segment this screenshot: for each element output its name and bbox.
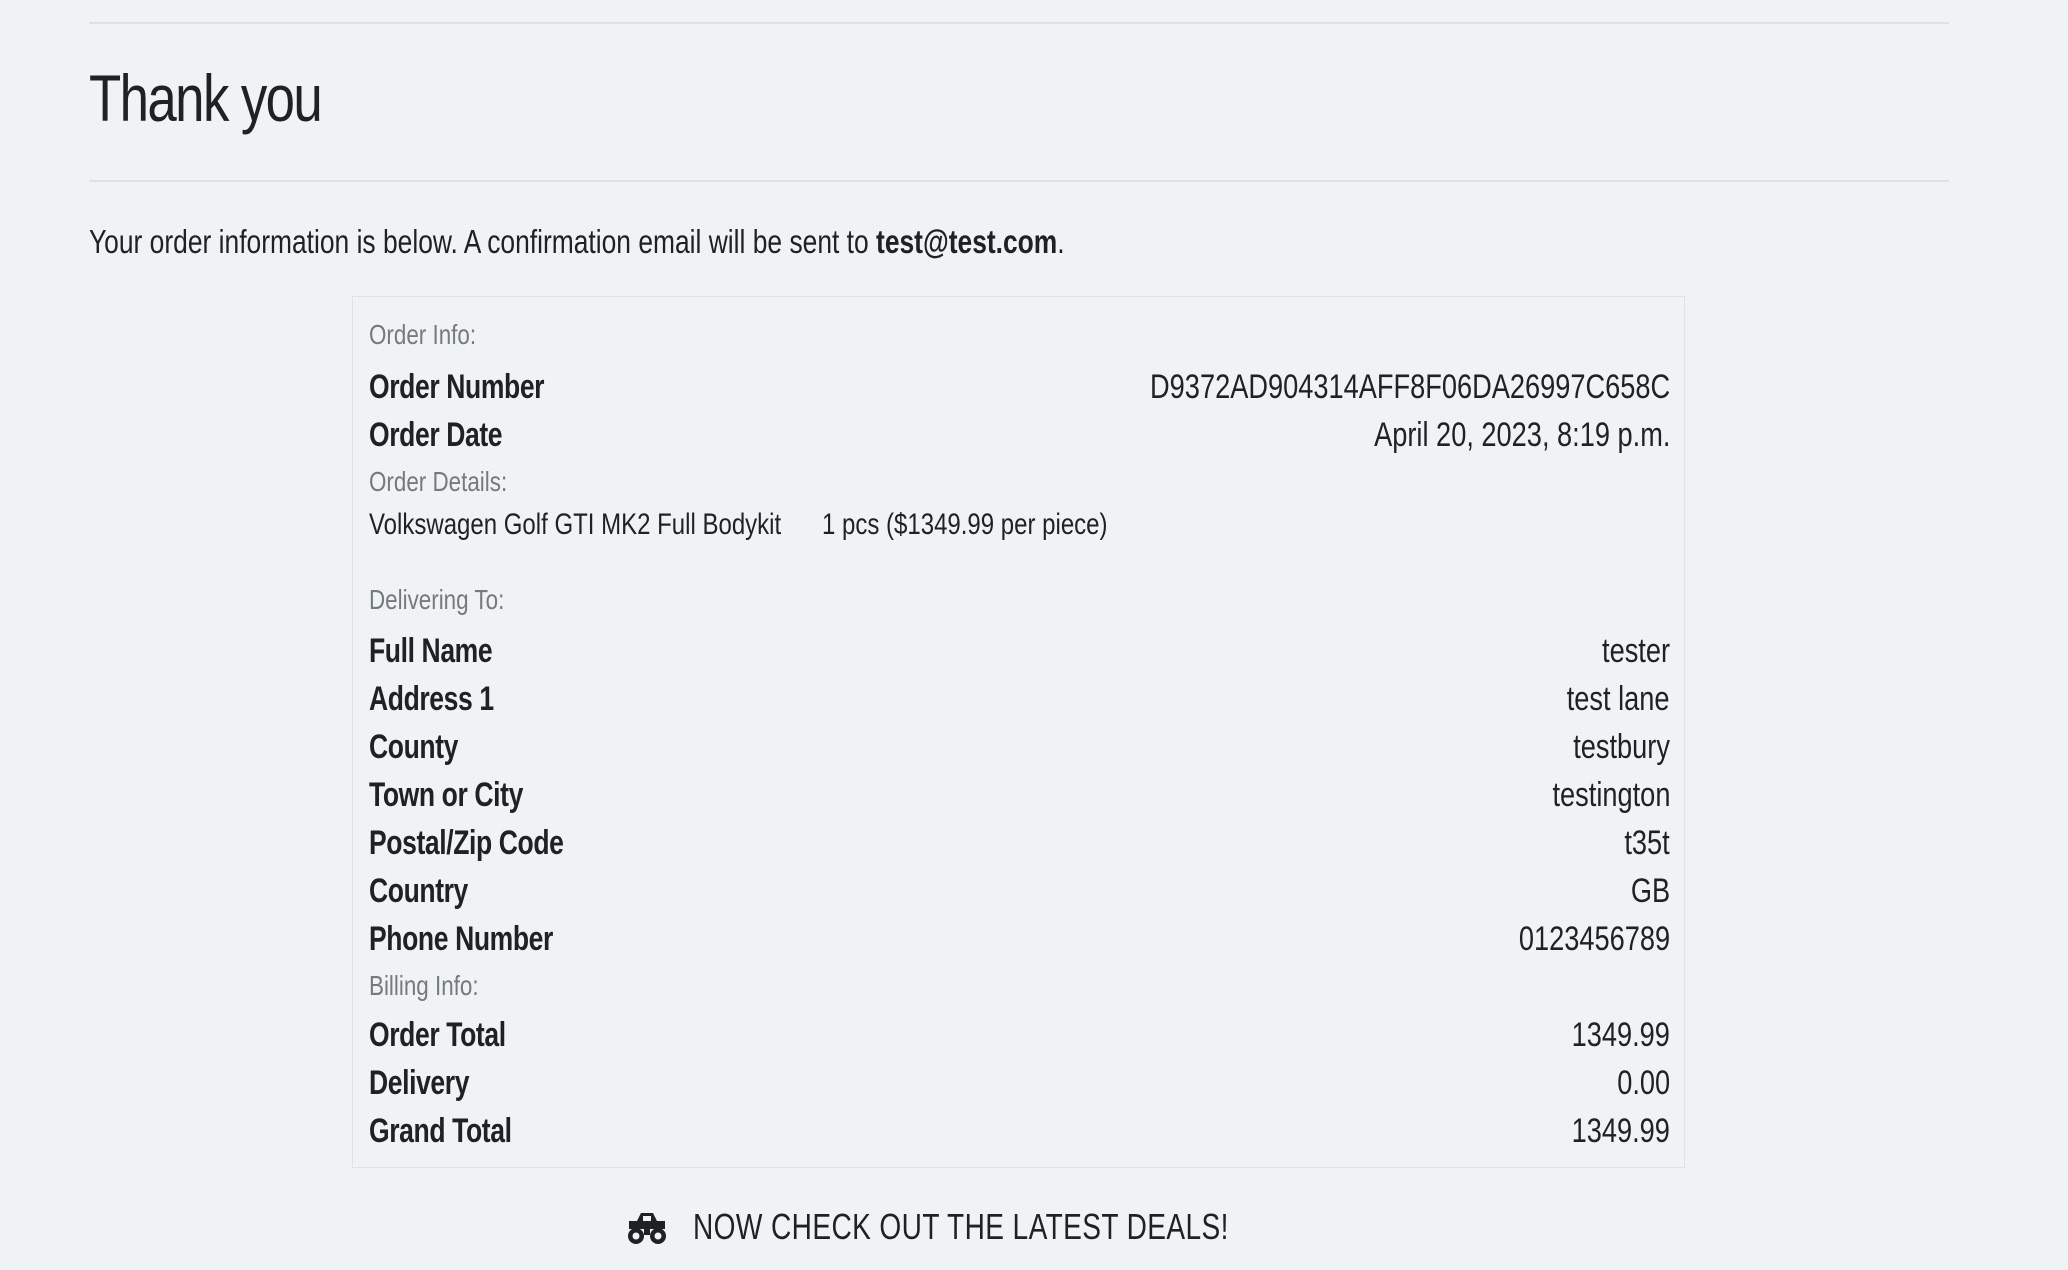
full-name-value: tester xyxy=(1601,632,1670,670)
address-1-row: Address 1 test lane xyxy=(369,677,1670,721)
county-value: testbury xyxy=(1573,728,1670,766)
billing-info-heading: Billing Info: xyxy=(369,970,479,1001)
confirmation-text-end: . xyxy=(1057,223,1065,260)
title-divider xyxy=(89,180,1949,182)
order-number-value: D9372AD904314AFF8F06DA26997C658C xyxy=(1149,368,1670,406)
phone-number-value: 0123456789 xyxy=(1518,920,1670,958)
postcode-row: Postal/Zip Code t35t xyxy=(369,821,1670,865)
order-item-row: Volkswagen Golf GTI MK2 Full Bodykit 1 p… xyxy=(369,505,1670,545)
order-info-heading: Order Info: xyxy=(369,319,477,350)
latest-deals-label: NOW CHECK OUT THE LATEST DEALS! xyxy=(693,1206,1229,1247)
phone-number-row: Phone Number 0123456789 xyxy=(369,917,1670,961)
confirmation-message: Your order information is below. A confi… xyxy=(89,222,1065,262)
top-divider xyxy=(89,22,1949,24)
address-1-value: test lane xyxy=(1567,680,1670,718)
order-item-quantity: 1 pcs ($1349.99 per piece) xyxy=(822,508,1108,541)
grand-total-value: 1349.99 xyxy=(1571,1112,1670,1150)
order-date-row: Order Date April 20, 2023, 8:19 p.m. xyxy=(369,413,1670,457)
page-title: Thank you xyxy=(89,61,323,135)
delivery-label: Delivery xyxy=(369,1064,470,1102)
delivery-row: Delivery 0.00 xyxy=(369,1061,1670,1105)
county-row: County testbury xyxy=(369,725,1670,769)
order-total-row: Order Total 1349.99 xyxy=(369,1013,1670,1057)
order-number-row: Order Number D9372AD904314AFF8F06DA26997… xyxy=(369,365,1670,409)
postcode-value: t35t xyxy=(1624,824,1670,862)
town-row: Town or City testington xyxy=(369,773,1670,817)
order-item-name: Volkswagen Golf GTI MK2 Full Bodykit xyxy=(369,508,782,541)
country-value: GB xyxy=(1630,872,1670,910)
confirmation-email: test@test.com xyxy=(876,223,1058,260)
full-name-row: Full Name tester xyxy=(369,629,1670,673)
order-total-value: 1349.99 xyxy=(1571,1016,1670,1054)
county-label: County xyxy=(369,728,458,766)
grand-total-row: Grand Total 1349.99 xyxy=(369,1109,1670,1153)
postcode-label: Postal/Zip Code xyxy=(369,824,564,862)
grand-total-label: Grand Total xyxy=(369,1112,512,1150)
monster-truck-icon xyxy=(625,1207,669,1247)
town-label: Town or City xyxy=(369,776,523,814)
address-1-label: Address 1 xyxy=(369,680,494,718)
order-details-heading: Order Details: xyxy=(369,466,508,497)
order-number-label: Order Number xyxy=(369,368,545,406)
phone-number-label: Phone Number xyxy=(369,920,553,958)
town-value: testington xyxy=(1552,776,1670,814)
order-summary-card: Order Info: Order Number D9372AD904314AF… xyxy=(352,296,1685,1168)
delivery-value: 0.00 xyxy=(1617,1064,1670,1102)
order-total-label: Order Total xyxy=(369,1016,506,1054)
full-name-label: Full Name xyxy=(369,632,493,670)
confirmation-text: Your order information is below. A confi… xyxy=(89,223,877,260)
order-date-value: April 20, 2023, 8:19 p.m. xyxy=(1373,416,1670,454)
order-date-label: Order Date xyxy=(369,416,503,454)
delivering-to-heading: Delivering To: xyxy=(369,584,505,615)
country-row: Country GB xyxy=(369,869,1670,913)
latest-deals-link[interactable]: NOW CHECK OUT THE LATEST DEALS! xyxy=(625,1203,1380,1251)
country-label: Country xyxy=(369,872,468,910)
